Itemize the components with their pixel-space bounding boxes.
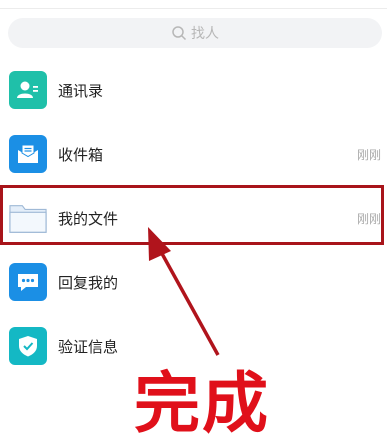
- inbox-time: 刚刚: [356, 147, 381, 162]
- top-divider: [0, 8, 387, 9]
- list-item-contacts[interactable]: 通讯录: [0, 58, 387, 122]
- search-bar[interactable]: 找人: [8, 18, 382, 48]
- inbox-label: 收件箱: [58, 146, 104, 164]
- list-item-inbox[interactable]: 收件箱 刚刚: [0, 122, 387, 186]
- highlight-box: [0, 185, 384, 245]
- search-placeholder: 找人: [191, 25, 219, 41]
- contacts-label: 通讯录: [58, 82, 104, 100]
- verification-label: 验证信息: [58, 338, 119, 356]
- shield-icon: [9, 327, 47, 365]
- inbox-icon: [9, 135, 47, 173]
- search-icon: [172, 26, 187, 41]
- list-item-replies[interactable]: 回复我的: [0, 250, 387, 314]
- replies-label: 回复我的: [58, 274, 119, 292]
- annotation-text: 完成: [134, 365, 270, 442]
- chat-icon: [9, 263, 47, 301]
- contacts-icon: [9, 71, 47, 109]
